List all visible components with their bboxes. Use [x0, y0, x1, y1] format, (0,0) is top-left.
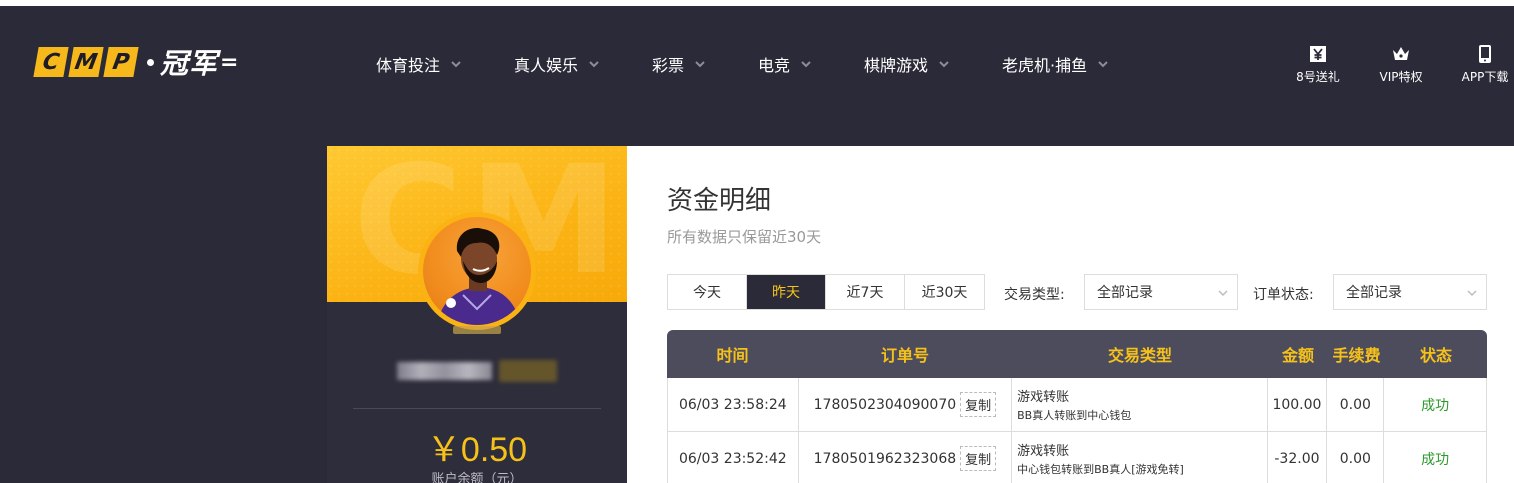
chevron-down-icon	[695, 61, 705, 68]
table-header: 时间 订单号 交易类型 金额 手续费 状态	[667, 330, 1487, 378]
column-header-amount: 金额	[1281, 346, 1314, 365]
crown-icon	[1393, 47, 1409, 60]
chevron-down-icon	[1218, 290, 1228, 296]
cell-status: 成功	[1421, 397, 1450, 414]
site-logo[interactable]: C M P 冠军 =	[33, 46, 239, 80]
tab-yesterday[interactable]: 昨天	[747, 275, 826, 309]
chevron-down-icon	[451, 61, 461, 68]
cell-time: 06/03 23:58:24	[668, 378, 799, 431]
logo-letter-c: C	[33, 47, 69, 77]
nav-item-card-games[interactable]: 棋牌游戏	[864, 52, 950, 76]
logo-chinese-text: 冠军	[160, 47, 219, 80]
chevron-down-icon	[1098, 61, 1108, 68]
column-header-time: 时间	[716, 346, 749, 365]
user-tag-blurred	[499, 360, 557, 382]
nav-item-lottery[interactable]: 彩票	[652, 52, 706, 76]
logo-letter-p: P	[103, 47, 139, 77]
table-row: 06/03 23:58:24 1780502304090070 复制 游戏转账 …	[667, 378, 1487, 432]
date-range-tabs: 今天 昨天 近7天 近30天	[667, 274, 985, 310]
account-balance-label: 账户余额（元）	[431, 472, 523, 483]
nav-label: 彩票	[652, 56, 685, 75]
avatar[interactable]	[418, 212, 536, 330]
app-download-link[interactable]: APP下载	[1450, 44, 1514, 85]
chevron-down-icon	[1467, 290, 1477, 296]
fund-details-panel: 资金明细 所有数据只保留近30天 今天 昨天 近7天 近30天 交易类型: 全部…	[627, 146, 1514, 483]
transaction-type: 游戏转账	[1017, 390, 1070, 405]
column-header-fee: 手续费	[1332, 346, 1381, 365]
player-photo	[437, 227, 521, 325]
table-row: 06/03 23:52:42 1780501962323068 复制 游戏转账 …	[667, 432, 1487, 483]
cell-type: 游戏转账 中心钱包转账到BB真人[游戏免转]	[1012, 432, 1268, 483]
chevron-down-icon	[589, 61, 599, 68]
nav-item-sports[interactable]: 体育投注	[376, 52, 462, 76]
transaction-detail: 中心钱包转账到BB真人[游戏免转]	[1017, 463, 1184, 476]
cell-fee: 0.00	[1327, 378, 1385, 431]
cell-time: 06/03 23:52:42	[668, 432, 799, 483]
chevron-down-icon	[939, 61, 949, 68]
order-number: 1780501962323068	[813, 450, 957, 467]
page-title: 资金明细	[667, 186, 772, 216]
vip-level-badge	[453, 326, 501, 334]
logo-letter-m: M	[68, 47, 104, 77]
yen-gift-icon	[1310, 46, 1326, 62]
account-balance: ￥0.50	[426, 431, 528, 469]
fund-details-table: 时间 订单号 交易类型 金额 手续费 状态 06/03 23:58:24 178…	[667, 330, 1487, 483]
tab-last-30-days[interactable]: 近30天	[905, 275, 984, 309]
cell-amount: -32.00	[1268, 432, 1328, 483]
logo-dot	[147, 58, 154, 66]
phone-icon	[1479, 45, 1491, 63]
transaction-type-label: 交易类型:	[1004, 287, 1065, 303]
transaction-type-value: 全部记录	[1097, 285, 1153, 301]
cell-fee: 0.00	[1327, 432, 1385, 483]
vip-link[interactable]: VIP特权	[1366, 44, 1436, 85]
divider	[353, 408, 601, 409]
nav-item-esports[interactable]: 电竞	[758, 52, 812, 76]
cell-amount: 100.00	[1268, 378, 1328, 431]
order-status-value: 全部记录	[1346, 285, 1402, 301]
chevron-down-icon	[801, 61, 811, 68]
nav-label: 棋牌游戏	[864, 56, 929, 75]
nav-label: 老虎机·捕鱼	[1002, 56, 1088, 75]
tab-today[interactable]: 今天	[668, 275, 747, 309]
order-status-select[interactable]: 全部记录	[1333, 274, 1487, 310]
page-subtitle: 所有数据只保留近30天	[667, 228, 822, 246]
gift-8-link[interactable]: 8号送礼	[1283, 44, 1353, 85]
order-number: 1780502304090070	[813, 396, 957, 413]
transaction-type: 游戏转账	[1017, 444, 1070, 459]
tab-last-7-days[interactable]: 近7天	[826, 275, 905, 309]
nav-label: 体育投注	[376, 56, 441, 75]
cell-status: 成功	[1421, 451, 1450, 468]
transaction-detail: BB真人转账到中心钱包	[1017, 409, 1132, 422]
copy-button[interactable]: 复制	[960, 392, 997, 417]
username-blurred	[397, 362, 492, 380]
nav-item-live-casino[interactable]: 真人娱乐	[514, 52, 600, 76]
nav-label: 电竞	[758, 56, 791, 75]
column-header-type: 交易类型	[1107, 346, 1172, 365]
avatar-photo	[423, 217, 531, 325]
cell-type: 游戏转账 BB真人转账到中心钱包	[1012, 378, 1268, 431]
copy-button[interactable]: 复制	[960, 446, 997, 471]
column-header-order: 订单号	[880, 346, 929, 365]
nav-item-slots-fishing[interactable]: 老虎机·捕鱼	[1002, 52, 1109, 76]
gift-8-label: 8号送礼	[1296, 70, 1340, 84]
cell-order: 1780501962323068 复制	[799, 432, 1013, 483]
transaction-type-select[interactable]: 全部记录	[1084, 274, 1238, 310]
nav-label: 真人娱乐	[514, 56, 579, 75]
profile-card: CMP ￥0.50 账户余额（元）	[327, 146, 627, 483]
app-download-label: APP下载	[1461, 70, 1509, 84]
logo-swoosh: =	[220, 49, 239, 75]
order-status-label: 订单状态:	[1253, 287, 1314, 303]
vip-label: VIP特权	[1379, 70, 1423, 84]
cell-order: 1780502304090070 复制	[799, 378, 1013, 431]
column-header-status: 状态	[1419, 346, 1452, 365]
